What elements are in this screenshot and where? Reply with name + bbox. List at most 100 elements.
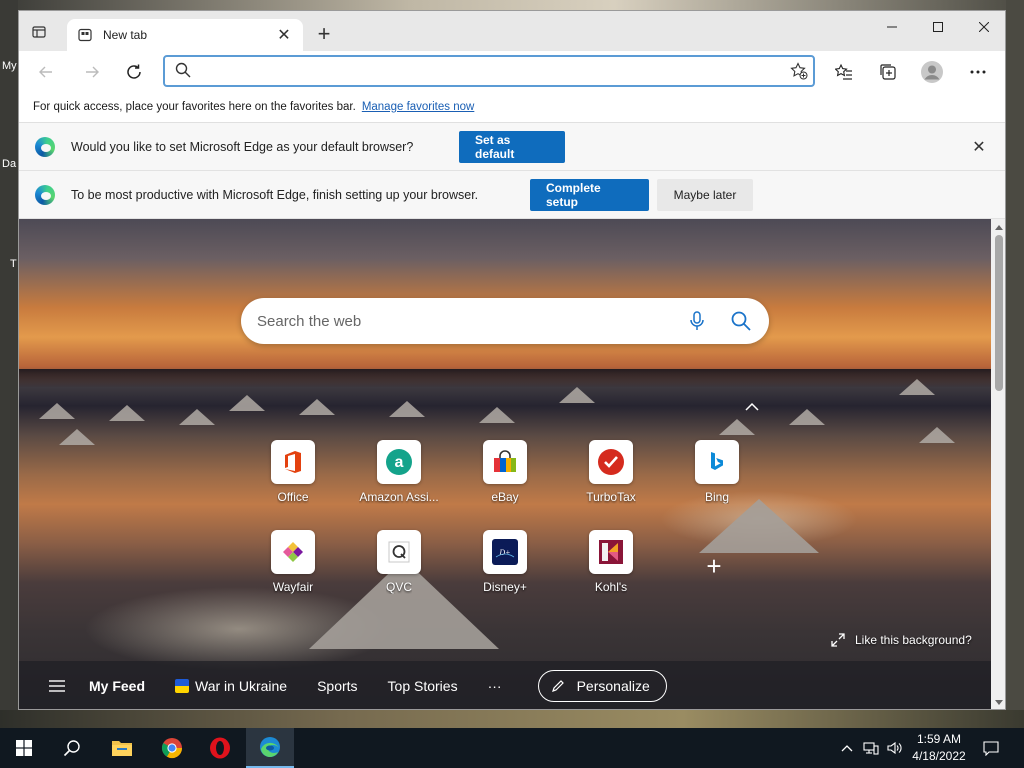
edge-logo-icon [35,136,55,157]
quick-link-kohls[interactable]: Kohl's [566,530,656,600]
edge-icon [260,737,280,757]
chevron-up-icon [841,745,853,752]
action-center-button[interactable] [980,728,1002,768]
edge-logo-icon [35,184,55,205]
forward-button[interactable] [79,59,105,85]
like-background-link[interactable]: Like this background? [831,633,972,647]
expand-icon [831,633,845,647]
quick-link-qvc[interactable]: QVC [354,530,444,600]
desktop-wallpaper-left [0,0,18,728]
profile-avatar[interactable] [919,59,945,85]
scroll-down-arrow-icon[interactable] [995,699,1003,707]
web-search-placeholder: Search the web [257,312,362,330]
background-salt-mound [559,387,595,403]
manage-favorites-link[interactable]: Manage favorites now [362,101,475,113]
desktop-icon-label[interactable]: My [2,60,17,72]
microphone-icon[interactable] [685,309,709,333]
search-icon [63,740,80,757]
show-hidden-icons-button[interactable] [836,728,858,768]
like-background-label: Like this background? [855,633,972,647]
quick-link-disney-plus[interactable]: D+ Disney+ [460,530,550,600]
feed-tab-my-feed[interactable]: My Feed [89,678,145,694]
address-bar[interactable] [163,55,815,87]
personalize-button[interactable]: Personalize [537,670,667,702]
page-scrollbar[interactable] [991,219,1005,709]
taskbar-opera[interactable] [196,728,244,768]
background-salt-mound [229,395,265,411]
address-input[interactable] [199,59,785,83]
background-salt-mound [39,403,75,419]
search-icon[interactable] [729,309,753,333]
taskbar-chrome[interactable] [148,728,196,768]
quick-link-bing[interactable]: Bing [672,440,762,510]
quick-link-wayfair[interactable]: Wayfair [248,530,338,600]
refresh-button[interactable] [121,59,147,85]
start-button[interactable] [0,728,48,768]
feed-navigation-bar: My Feed War in Ukraine Sports Top Storie… [19,661,991,709]
taskbar-edge[interactable] [246,728,294,768]
desktop-icon-label[interactable]: T [10,258,17,270]
collapse-tiles-icon[interactable] [745,401,759,411]
quick-link-label: eBay [491,490,519,504]
svg-text:a: a [395,454,404,471]
disney-plus-icon: D+ [483,530,527,574]
close-infobar-icon[interactable]: ✕ [969,137,989,157]
network-icon [863,742,879,755]
turbotax-icon [589,440,633,484]
quick-link-ebay[interactable]: eBay [460,440,550,510]
set-as-default-button[interactable]: Set as default [459,131,565,163]
maybe-later-button[interactable]: Maybe later [657,179,753,211]
new-tab-page-icon [77,27,93,43]
chrome-icon [161,738,183,759]
background-salt-mound [389,401,425,417]
taskbar-clock[interactable]: 1:59 AM 4/18/2022 [898,731,980,765]
close-window-button[interactable] [961,11,1005,43]
feed-tab-top-stories[interactable]: Top Stories [388,678,458,694]
scroll-up-arrow-icon[interactable] [995,223,1003,231]
minimize-button[interactable] [869,11,915,43]
quick-link-label: Wayfair [272,580,314,594]
complete-setup-button[interactable]: Complete setup [530,179,649,211]
background-salt-mound [179,409,215,425]
default-browser-infobar: Would you like to set Microsoft Edge as … [19,123,1005,171]
quick-link-label: Bing [704,490,730,504]
setup-infobar: To be most productive with Microsoft Edg… [19,171,1005,219]
hamburger-menu-icon[interactable] [47,678,67,694]
network-tray-icon[interactable] [860,728,882,768]
tab-actions-icon[interactable] [29,22,49,42]
maximize-button[interactable] [915,11,961,43]
quick-link-label: Amazon Assi... [359,490,439,504]
close-tab-icon[interactable]: ✕ [275,26,293,44]
add-favorite-icon[interactable] [785,59,813,83]
quick-link-amazon-assistant[interactable]: a Amazon Assi... [354,440,444,510]
favorites-bar-message: For quick access, place your favorites h… [33,100,356,113]
amazon-assistant-icon: a [377,440,421,484]
favorites-icon[interactable] [831,59,857,85]
wayfair-icon [271,530,315,574]
opera-icon [210,737,230,759]
windows-taskbar: 1:59 AM 4/18/2022 [0,728,1024,768]
new-tab-button[interactable]: + [313,23,335,45]
feed-more-icon[interactable]: ··· [488,678,502,694]
quick-link-turbotax[interactable]: TurboTax [566,440,656,510]
desktop-wallpaper-top [0,0,1024,10]
feed-tab-war-in-ukraine[interactable]: War in Ukraine [175,678,287,694]
settings-and-more-icon[interactable] [965,59,991,85]
scrollbar-thumb[interactable] [995,235,1003,391]
web-search-box[interactable]: Search the web [241,298,769,344]
quick-link-label: Disney+ [483,580,527,594]
navigation-toolbar [19,51,1005,91]
desktop-wallpaper-right [1006,0,1024,728]
background-salt-mound [789,409,825,425]
back-button[interactable] [33,59,59,85]
taskbar-search-button[interactable] [48,728,96,768]
feed-tab-sports[interactable]: Sports [317,678,357,694]
collections-icon[interactable] [875,59,901,85]
taskbar-file-explorer[interactable] [98,728,146,768]
tab-title: New tab [103,28,148,42]
desktop-icon-label[interactable]: Da [2,158,16,170]
setup-message: To be most productive with Microsoft Edg… [71,187,479,202]
quick-link-office[interactable]: Office [248,440,338,510]
add-quick-link-icon[interactable]: + [699,551,729,581]
tab-new-tab[interactable]: New tab ✕ [67,19,303,51]
